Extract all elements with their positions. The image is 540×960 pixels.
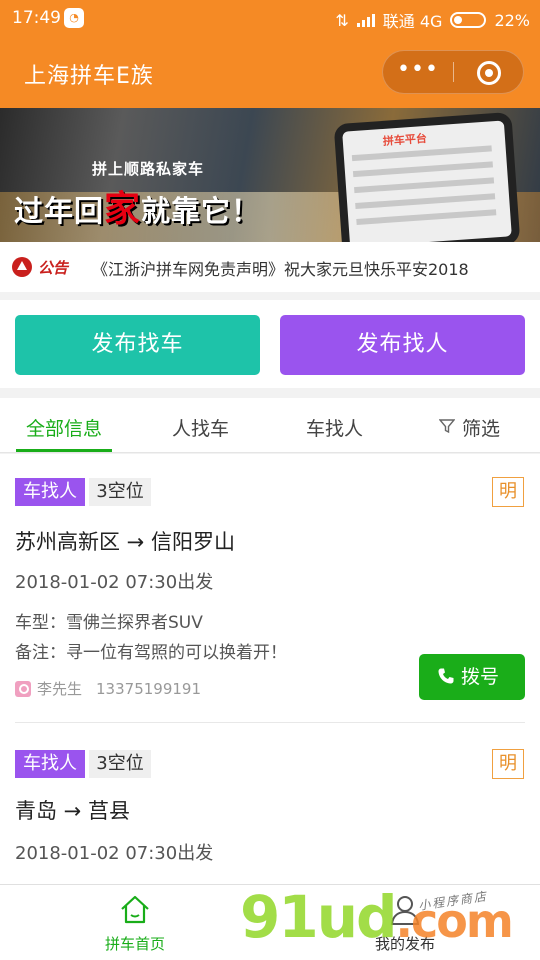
tab-people-find-car[interactable]: 人找车 bbox=[172, 414, 229, 441]
contact-phone: 13375199191 bbox=[96, 679, 201, 698]
app-header: 上海拼车E族 ••• bbox=[0, 36, 540, 108]
qq-notification-icon: ◔ bbox=[64, 8, 84, 28]
nav-my-posts[interactable]: 我的发布 bbox=[270, 885, 540, 960]
banner-headline-end: 就靠它！ bbox=[141, 194, 262, 228]
banner-headline-start: 过年回 bbox=[14, 194, 105, 228]
announcement-label: 公告 bbox=[38, 259, 69, 277]
contact-person-icon bbox=[15, 680, 31, 697]
status-right: ⇅ 联通 4G 22% bbox=[335, 8, 530, 32]
announcement-text[interactable]: 《江浙沪拼车网免责声明》祝大家元旦快乐平安2018 bbox=[92, 256, 469, 280]
banner-phone-line bbox=[356, 209, 497, 226]
listing-contact: 李先生 13375199191 bbox=[15, 678, 201, 699]
active-tab-indicator bbox=[16, 449, 112, 452]
battery-icon bbox=[450, 12, 487, 28]
miniprogram-capsule: ••• bbox=[382, 50, 524, 94]
listing-ming-badge: 明 bbox=[492, 477, 524, 507]
page-title: 上海拼车E族 bbox=[24, 64, 154, 89]
signal-bars-icon bbox=[356, 13, 375, 27]
status-bar: 17:49 ◔ ⇅ 联通 4G 22% bbox=[0, 0, 540, 36]
listing-remark: 备注：寻一位有驾照的可以换着开！ bbox=[15, 643, 287, 663]
listing-type-tag: 车找人 bbox=[15, 750, 85, 778]
phone-icon bbox=[438, 668, 454, 684]
capsule-divider bbox=[453, 62, 454, 82]
post-find-people-button[interactable]: 发布找人 bbox=[280, 315, 525, 375]
user-icon bbox=[390, 896, 420, 925]
signal-arrows-icon: ⇅ bbox=[335, 10, 349, 30]
banner-phone-title: 拼车平台 bbox=[382, 131, 428, 148]
listing-car-model: 车型：雪佛兰探界者SUV bbox=[15, 613, 203, 633]
close-target-icon[interactable] bbox=[477, 61, 501, 85]
nav-mine-label: 我的发布 bbox=[374, 935, 435, 953]
listing-card[interactable]: 车找人 3空位 明 苏州高新区 → 信阳罗山 2018-01-02 07:30出… bbox=[0, 454, 540, 722]
status-time: 17:49 bbox=[12, 8, 61, 28]
home-icon bbox=[121, 895, 149, 924]
tab-car-find-people[interactable]: 车找人 bbox=[306, 414, 363, 441]
listing-route: 青岛 → 莒县 bbox=[15, 799, 130, 823]
listing-card[interactable]: 车找人 3空位 明 青岛 → 莒县 2018-01-02 07:30出发 bbox=[0, 723, 540, 884]
announcement-icon bbox=[12, 257, 32, 277]
banner-phone-line bbox=[351, 145, 492, 162]
call-button-label: 拨号 bbox=[461, 666, 500, 688]
tab-filter[interactable]: 筛选 bbox=[462, 414, 500, 441]
listing-ming-badge: 明 bbox=[492, 749, 524, 779]
call-button[interactable]: 拨号 bbox=[419, 654, 525, 700]
category-tabs: 全部信息 人找车 车找人 筛选 bbox=[0, 398, 540, 453]
filter-icon[interactable] bbox=[439, 418, 455, 434]
banner-phone-line bbox=[354, 177, 495, 194]
tab-all-info[interactable]: 全部信息 bbox=[26, 414, 102, 441]
action-buttons: 发布找车 发布找人 bbox=[0, 300, 540, 388]
listing-depart-time: 2018-01-02 07:30出发 bbox=[15, 572, 214, 593]
carrier-label: 联通 4G bbox=[382, 12, 443, 31]
banner-phone-image: 拼车平台 bbox=[333, 111, 521, 242]
nav-carpool-home[interactable]: 拼车首页 bbox=[0, 885, 270, 960]
nav-home-label: 拼车首页 bbox=[104, 935, 165, 953]
listing-route: 苏州高新区 → 信阳罗山 bbox=[15, 530, 235, 554]
listing-seats-tag: 3空位 bbox=[89, 750, 151, 778]
banner-tagline: 拼上顺路私家车 bbox=[92, 160, 205, 178]
battery-percent: 22% bbox=[494, 10, 530, 30]
banner-phone-line bbox=[355, 193, 496, 210]
contact-name: 李先生 bbox=[37, 680, 83, 698]
announcement-bar[interactable]: 公告 《江浙沪拼车网免责声明》祝大家元旦快乐平安2018 bbox=[0, 242, 540, 292]
listing-depart-time: 2018-01-02 07:30出发 bbox=[15, 843, 214, 864]
more-menu-button[interactable]: ••• bbox=[383, 51, 453, 93]
promo-banner[interactable]: 拼上顺路私家车 过年回家就靠它！ 拼车平台 bbox=[0, 108, 540, 242]
listing-seats-tag: 3空位 bbox=[89, 478, 151, 506]
banner-headline: 过年回家就靠它！ bbox=[14, 180, 261, 232]
listing-type-tag: 车找人 bbox=[15, 478, 85, 506]
bottom-tab-bar: 拼车首页 我的发布 bbox=[0, 884, 540, 960]
banner-headline-highlight: 家 bbox=[104, 189, 142, 230]
post-find-car-button[interactable]: 发布找车 bbox=[15, 315, 260, 375]
listing-feed: 车找人 3空位 明 苏州高新区 → 信阳罗山 2018-01-02 07:30出… bbox=[0, 454, 540, 884]
banner-phone-line bbox=[352, 161, 493, 178]
